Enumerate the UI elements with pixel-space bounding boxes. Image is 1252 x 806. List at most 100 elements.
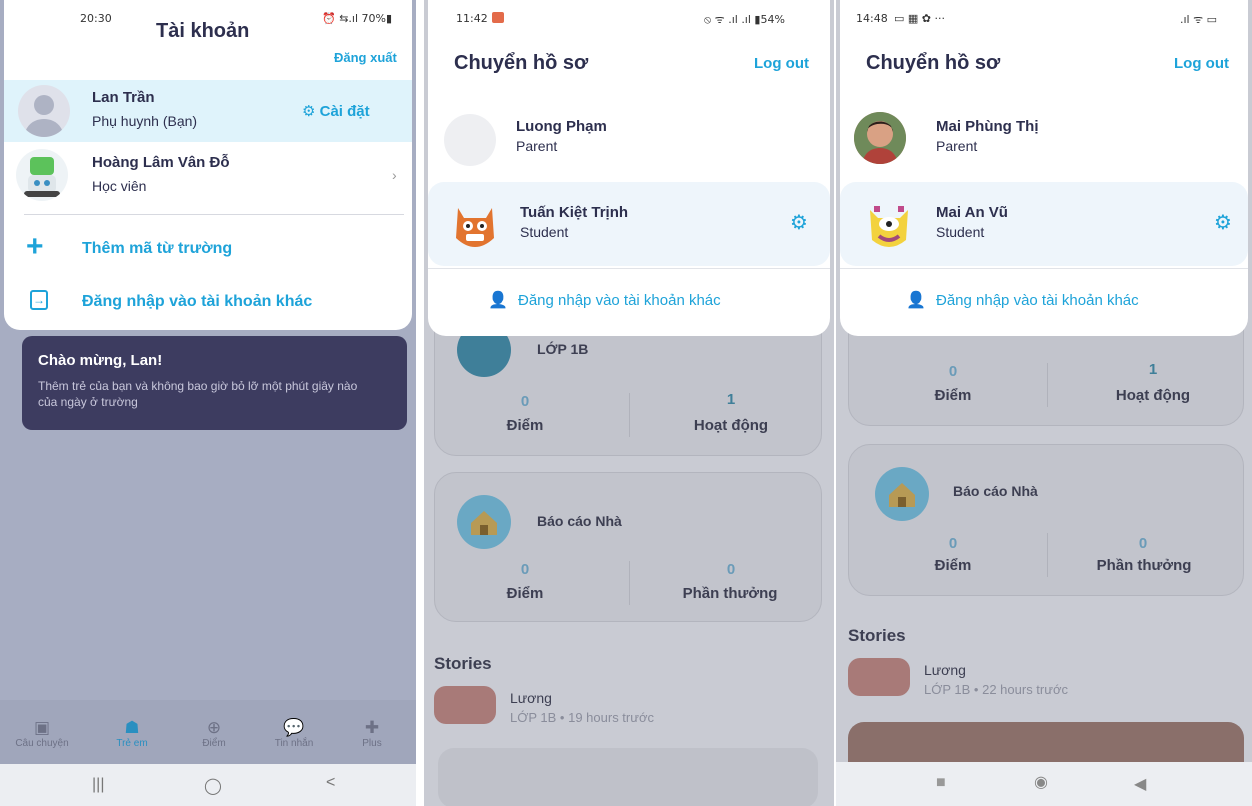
login-other-account-button[interactable]: 👤 Đăng nhập vào tài khoản khác [906, 290, 1236, 316]
divider [24, 214, 404, 215]
story-item[interactable]: Lương LỚP 1B • 19 hours trước [434, 684, 814, 728]
profile-row-student[interactable]: Tuấn Kiệt Trịnh Student ⚙ [428, 182, 830, 266]
rewards-value: 0 [1138, 535, 1148, 552]
tab-label: Plus [362, 738, 382, 749]
welcome-card: Chào mừng, Lan! Thêm trẻ của bạn và khôn… [22, 336, 407, 430]
story-author: Lương [510, 690, 552, 706]
recent-apps-button[interactable]: ||| [92, 776, 104, 794]
kid-icon: ☗ [124, 718, 140, 737]
profile-row-student[interactable]: Hoàng Lâm Vân Đỗ Học viên › [4, 145, 412, 207]
recent-apps-button[interactable]: ■ [936, 774, 946, 792]
photo-avatar [854, 112, 906, 164]
profile-row-student[interactable]: Mai An Vũ Student ⚙ [840, 182, 1248, 266]
stat-divider [629, 561, 630, 605]
house-icon [457, 495, 511, 549]
stories-title: Stories [848, 626, 906, 645]
tab-plus[interactable]: ✚ Plus [344, 718, 400, 749]
home-button[interactable]: ◯ [204, 776, 222, 796]
screen-switch-profile-2: 0 Điểm 1 Hoạt động Báo cáo Nhà 0 Điểm 0 … [836, 0, 1252, 806]
plus-circle-icon: ⊕ [206, 718, 222, 737]
login-other-label: Đăng nhập vào tài khoản khác [82, 293, 313, 310]
parent-name: Lan Trần [92, 89, 155, 106]
person-icon: 👤 [488, 292, 508, 309]
status-bar: 11:42 ⦸ ᯤ .ıl .ıl ▮54% [428, 0, 830, 36]
add-school-code-button[interactable]: + Thêm mã từ trường [26, 230, 392, 266]
status-time: 11:42 [456, 12, 488, 25]
back-button[interactable]: ◀ [1134, 774, 1146, 794]
account-sheet: 20:30 ⏰ ⇆.ıl 70%▮ Tài khoản Đăng xuất La… [4, 0, 412, 330]
tab-points[interactable]: ⊕ Điểm [186, 718, 242, 749]
image-icon: ▣ [33, 718, 51, 737]
chevron-right-icon: › [392, 167, 397, 183]
divider [428, 268, 830, 269]
rewards-label: Phần thưởng [1096, 557, 1192, 574]
login-icon: → [30, 290, 48, 310]
settings-button[interactable]: ⚙ Cài đặt [302, 102, 370, 120]
gear-icon: ⚙ [302, 103, 316, 120]
points-label: Điểm [506, 417, 544, 434]
page-title: Chuyển hồ sơ [866, 52, 1001, 74]
story-item[interactable]: Lương LỚP 1B • 22 hours trước [848, 656, 1228, 700]
login-other-label: Đăng nhập vào tài khoản khác [518, 292, 721, 309]
home-card-name: Báo cáo Nhà [537, 513, 622, 529]
person-icon: 👤 [906, 292, 926, 309]
tab-bar: ▣ Câu chuyện ☗ Trẻ em ⊕ Điểm 💬 Tin nhắn … [0, 700, 416, 764]
sparkle-icon: ✚ [364, 718, 380, 737]
page-title: Tài khoản [156, 20, 250, 42]
login-other-account-button[interactable]: 👤 Đăng nhập vào tài khoản khác [488, 290, 808, 316]
logout-button[interactable]: Log out [1174, 55, 1229, 72]
activity-value: 1 [726, 391, 736, 408]
points-value: 0 [520, 561, 530, 578]
parent-role: Phụ huynh (Bạn) [92, 113, 198, 129]
monster-avatar-icon [864, 198, 914, 252]
switch-profile-sheet: 11:42 ⦸ ᯤ .ıl .ıl ▮54% Chuyển hồ sơ Log … [428, 0, 830, 336]
activity-value: 1 [1148, 361, 1158, 378]
default-avatar-icon [444, 114, 496, 166]
divider [840, 268, 1248, 269]
settings-label: Cài đặt [319, 103, 370, 120]
status-bar: 14:48 ▭ ▦ ✿ ··· .ıl ᯤ ▭ [840, 0, 1248, 36]
story-preview [438, 748, 818, 806]
student-role: Học viên [92, 178, 147, 194]
activity-label: Hoạt động [1115, 387, 1191, 404]
tab-kids[interactable]: ☗ Trẻ em [104, 718, 160, 749]
gear-icon[interactable]: ⚙ [790, 210, 808, 235]
house-icon [875, 467, 929, 521]
story-thumbnail [434, 686, 496, 724]
parent-name: Luong Phạm [516, 118, 607, 135]
profile-row-parent[interactable]: Mai Phùng Thị Parent [840, 106, 1248, 170]
profile-row-parent[interactable]: Lan Trần Phụ huynh (Bạn) ⚙ Cài đặt [4, 80, 412, 142]
story-author: Lương [924, 662, 966, 678]
class-name: LỚP 1B [537, 341, 589, 357]
home-report-card[interactable]: Báo cáo Nhà 0 Điểm 0 Phần thưởng [848, 444, 1244, 596]
story-meta: LỚP 1B • 22 hours trước [924, 682, 1068, 697]
screen-switch-profile-1: LỚP 1B 0 Điểm 1 Hoạt động Báo cáo Nhà 0 … [424, 0, 834, 806]
activity-label: Hoạt động [693, 417, 769, 434]
back-button[interactable]: < [326, 774, 335, 792]
system-nav-bar: ■ ◉ ◀ [836, 762, 1252, 806]
logout-button[interactable]: Log out [754, 55, 809, 72]
tab-label: Trẻ em [116, 738, 148, 749]
gear-icon[interactable]: ⚙ [1214, 210, 1232, 235]
points-label: Điểm [934, 387, 972, 404]
profile-row-parent[interactable]: Luong Phạm Parent [428, 106, 830, 170]
screen-account: Chào mừng, Lan! Thêm trẻ của bạn và khôn… [0, 0, 416, 806]
login-other-account-button[interactable]: → Đăng nhập vào tài khoản khác [26, 290, 392, 320]
tab-label: Tin nhắn [274, 738, 314, 749]
plus-icon: + [26, 230, 44, 263]
home-button[interactable]: ◉ [1034, 772, 1048, 792]
chat-icon: 💬 [283, 718, 305, 737]
home-report-card[interactable]: Báo cáo Nhà 0 Điểm 0 Phần thưởng [434, 472, 822, 622]
tab-messages[interactable]: 💬 Tin nhắn [266, 718, 322, 749]
default-avatar-icon [18, 85, 70, 137]
parent-role: Parent [936, 138, 978, 154]
points-value: 0 [948, 535, 958, 552]
stat-divider [629, 393, 630, 437]
student-role: Student [936, 224, 985, 240]
logout-button[interactable]: Đăng xuất [334, 50, 397, 65]
system-nav-bar: ||| ◯ < [0, 764, 416, 806]
stat-divider [1047, 533, 1048, 577]
tab-stories[interactable]: ▣ Câu chuyện [14, 718, 70, 749]
parent-role: Parent [516, 138, 558, 154]
monster-avatar-icon [450, 198, 500, 252]
